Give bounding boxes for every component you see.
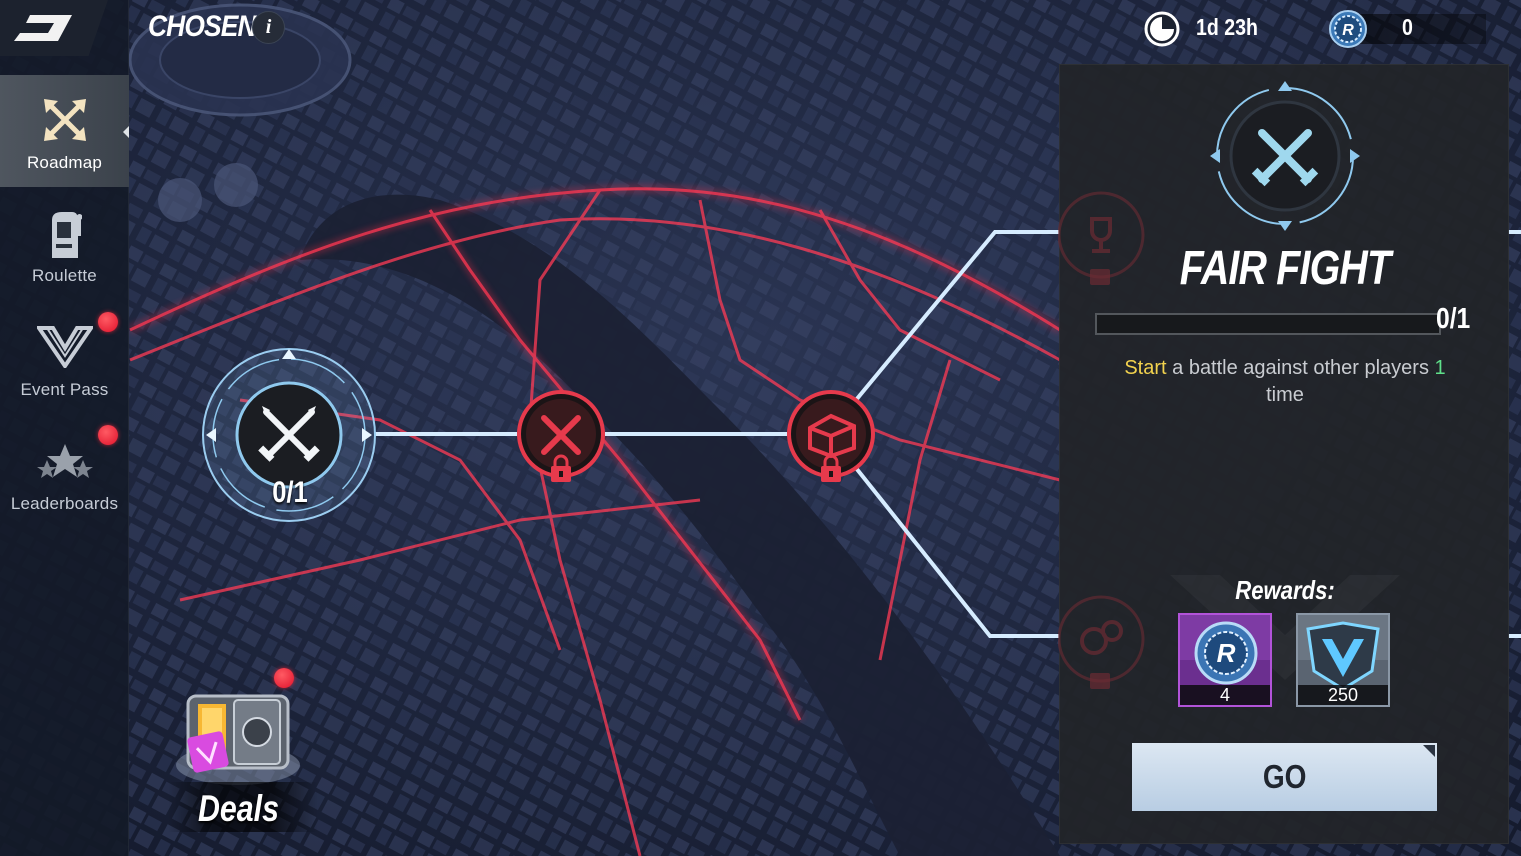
sidebar: Roadmap Roulette Event Pass Leaderboards — [0, 0, 129, 856]
sidebar-item-label: Leaderboards — [10, 494, 119, 513]
quest-progress-bar — [1095, 313, 1441, 335]
sidebar-item-label: Event Pass — [20, 380, 109, 399]
svg-text:R: R — [1217, 638, 1236, 668]
v-emblem-icon — [36, 326, 93, 368]
reward-slot-v-token[interactable]: 250 — [1296, 613, 1390, 707]
event-pass-badge — [98, 312, 118, 332]
crossed-arrows-icon — [43, 99, 86, 141]
quest-detail-panel: FAIR FIGHT 0/1 Start a battle against ot… — [1058, 64, 1509, 844]
node-battle-locked[interactable] — [514, 390, 608, 490]
quest-desc-count: 1 — [1434, 357, 1446, 379]
game-logo-icon — [14, 15, 72, 41]
coin-icon: R — [1329, 10, 1367, 48]
sidebar-item-roadmap[interactable]: Roadmap — [0, 75, 129, 187]
deals-badge — [274, 668, 294, 688]
back-logo-button[interactable] — [0, 0, 108, 56]
quest-description: Start a battle against other players 1 t… — [1090, 355, 1480, 409]
quest-progress-count: 0/1 — [1436, 303, 1471, 335]
go-button-label: GO — [1262, 758, 1307, 795]
quest-title: FAIR FIGHT — [1179, 242, 1391, 295]
clock-icon — [1144, 11, 1180, 47]
lock-icon — [1090, 673, 1110, 689]
go-button[interactable]: GO — [1132, 743, 1437, 811]
info-icon: i — [265, 16, 272, 38]
node-chest-locked[interactable] — [784, 390, 878, 490]
svg-text:R: R — [1342, 22, 1354, 39]
treasure-chest-icon — [176, 694, 300, 785]
sidebar-item-label: Roadmap — [26, 153, 103, 172]
deals-label: Deals — [198, 788, 279, 829]
node-progress: 0/1 — [272, 476, 308, 509]
slot-machine-icon — [51, 212, 82, 258]
stars-icon — [36, 444, 93, 478]
reward-amount: 4 — [1180, 685, 1270, 705]
quest-emblem — [1210, 81, 1360, 231]
event-title: CHOSEN — [148, 10, 257, 43]
leaderboards-badge — [98, 425, 118, 445]
node-branch-bottom — [1058, 595, 1145, 689]
sidebar-item-label: Roulette — [32, 266, 97, 285]
quest-desc-middle: a battle against other players — [1166, 357, 1435, 379]
sidebar-item-roulette[interactable]: Roulette — [0, 188, 129, 300]
event-timer: 1d 23h — [1196, 14, 1258, 40]
info-button[interactable]: i — [252, 11, 285, 44]
currency-value: 0 — [1402, 14, 1413, 40]
bubbles-icon — [1080, 620, 1123, 655]
quest-desc-end: time — [1266, 384, 1304, 406]
deals-button[interactable]: Deals — [168, 668, 318, 835]
rewards-title: Rewards: — [1235, 575, 1335, 605]
reward-amount: 250 — [1298, 685, 1388, 705]
reward-slot-coin[interactable]: R 4 — [1178, 613, 1272, 707]
quest-desc-verb: Start — [1124, 357, 1167, 379]
